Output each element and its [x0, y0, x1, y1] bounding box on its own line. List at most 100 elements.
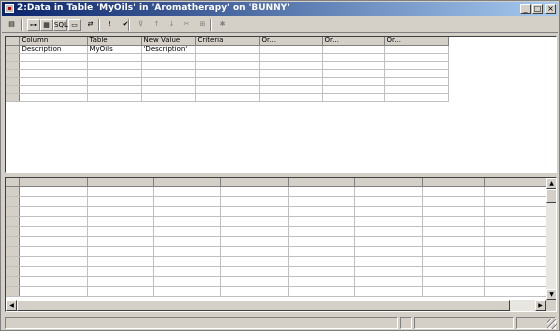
remove-sort-icon[interactable]: ✂ [180, 19, 193, 31]
row-selector[interactable] [6, 61, 20, 70]
row-selector[interactable] [6, 93, 20, 102]
criteria-column-header[interactable]: Criteria [195, 37, 260, 46]
result-cell[interactable] [153, 266, 221, 277]
result-cell[interactable] [220, 216, 289, 227]
criteria-cell[interactable] [19, 53, 88, 62]
scroll-up-button[interactable]: ▲ [546, 178, 556, 189]
criteria-cell[interactable] [87, 77, 142, 86]
result-cell[interactable] [354, 256, 423, 267]
show-grid-icon[interactable]: ▦ [40, 19, 53, 31]
query-type-icon[interactable]: ▤ [5, 19, 18, 31]
result-cell[interactable] [354, 286, 423, 297]
criteria-cell[interactable] [141, 69, 196, 78]
result-column-header[interactable] [288, 178, 355, 187]
verify-sql-icon[interactable]: ✔ [119, 19, 132, 31]
result-cell[interactable] [354, 226, 423, 237]
result-column-header[interactable] [484, 178, 547, 187]
criteria-cell[interactable] [322, 61, 385, 70]
change-type-icon[interactable]: ⇄ [84, 19, 97, 31]
result-cell[interactable] [484, 196, 547, 207]
remove-filter-icon[interactable]: ⊽ [134, 19, 147, 31]
result-cell[interactable] [422, 286, 485, 297]
result-cell[interactable] [288, 196, 355, 207]
criteria-cell[interactable] [87, 93, 142, 102]
result-cell[interactable] [153, 226, 221, 237]
result-cell[interactable] [87, 256, 154, 267]
criteria-cell[interactable]: 'Description' [141, 45, 196, 54]
result-cell[interactable] [422, 266, 485, 277]
criteria-cell[interactable] [19, 77, 88, 86]
result-cell[interactable] [153, 196, 221, 207]
result-cell[interactable] [484, 276, 547, 287]
criteria-cell[interactable] [141, 85, 196, 94]
result-cell[interactable] [422, 206, 485, 217]
criteria-cell[interactable] [259, 93, 323, 102]
criteria-row[interactable]: Description MyOils 'Description' [6, 45, 449, 54]
result-cell[interactable] [422, 186, 485, 197]
result-cell[interactable] [87, 236, 154, 247]
result-cell[interactable] [220, 226, 289, 237]
result-cell[interactable] [153, 206, 221, 217]
result-cell[interactable] [422, 236, 485, 247]
result-cell[interactable] [19, 216, 88, 227]
result-cell[interactable] [19, 266, 88, 277]
result-cell[interactable] [153, 276, 221, 287]
row-selector[interactable] [6, 53, 20, 62]
criteria-cell[interactable] [141, 53, 196, 62]
result-cell[interactable] [19, 256, 88, 267]
results-grid[interactable] [6, 178, 548, 297]
criteria-cell[interactable] [195, 61, 260, 70]
scroll-right-button[interactable]: ▶ [535, 300, 546, 311]
criteria-grid[interactable]: Column Table New Value Criteria Or... Or... Or… [6, 37, 449, 102]
criteria-cell[interactable] [87, 53, 142, 62]
row-selector[interactable] [6, 69, 20, 78]
result-column-header[interactable] [422, 178, 485, 187]
result-cell[interactable] [484, 186, 547, 197]
result-cell[interactable] [354, 206, 423, 217]
result-cell[interactable] [422, 246, 485, 257]
result-cell[interactable] [220, 236, 289, 247]
result-row[interactable] [6, 286, 548, 297]
result-cell[interactable] [220, 246, 289, 257]
result-cell[interactable] [484, 286, 547, 297]
result-cell[interactable] [19, 186, 88, 197]
row-selector[interactable] [6, 196, 20, 207]
result-cell[interactable] [87, 226, 154, 237]
result-cell[interactable] [288, 216, 355, 227]
row-selector[interactable] [6, 206, 20, 217]
restore-button[interactable]: □ [532, 4, 543, 14]
show-sql-button[interactable]: SQL [53, 19, 68, 31]
result-cell[interactable] [422, 276, 485, 287]
criteria-row[interactable] [6, 53, 449, 62]
criteria-cell[interactable] [87, 61, 142, 70]
scroll-down-button[interactable]: ▼ [546, 289, 556, 300]
result-cell[interactable] [19, 286, 88, 297]
result-cell[interactable] [220, 266, 289, 277]
criteria-column-header[interactable]: Or... [322, 37, 385, 46]
criteria-cell[interactable] [384, 85, 449, 94]
result-cell[interactable] [19, 196, 88, 207]
result-cell[interactable] [484, 206, 547, 217]
result-cell[interactable] [87, 286, 154, 297]
result-cell[interactable] [288, 286, 355, 297]
criteria-cell[interactable] [195, 53, 260, 62]
result-cell[interactable] [153, 286, 221, 297]
result-column-header[interactable] [354, 178, 423, 187]
criteria-cell[interactable] [384, 69, 449, 78]
result-row[interactable] [6, 236, 548, 247]
result-cell[interactable] [87, 206, 154, 217]
result-row[interactable] [6, 256, 548, 267]
criteria-cell[interactable] [259, 85, 323, 94]
result-cell[interactable] [220, 186, 289, 197]
run-icon[interactable]: ! [103, 19, 116, 31]
criteria-row[interactable] [6, 77, 449, 86]
criteria-cell[interactable] [384, 77, 449, 86]
result-cell[interactable] [288, 186, 355, 197]
add-table-icon[interactable]: ⊞ [196, 19, 209, 31]
result-cell[interactable] [422, 196, 485, 207]
result-column-header[interactable] [87, 178, 154, 187]
row-selector[interactable] [6, 226, 20, 237]
result-cell[interactable] [484, 216, 547, 227]
result-cell[interactable] [87, 246, 154, 257]
sort-ascending-icon[interactable]: ↑ [150, 19, 163, 31]
